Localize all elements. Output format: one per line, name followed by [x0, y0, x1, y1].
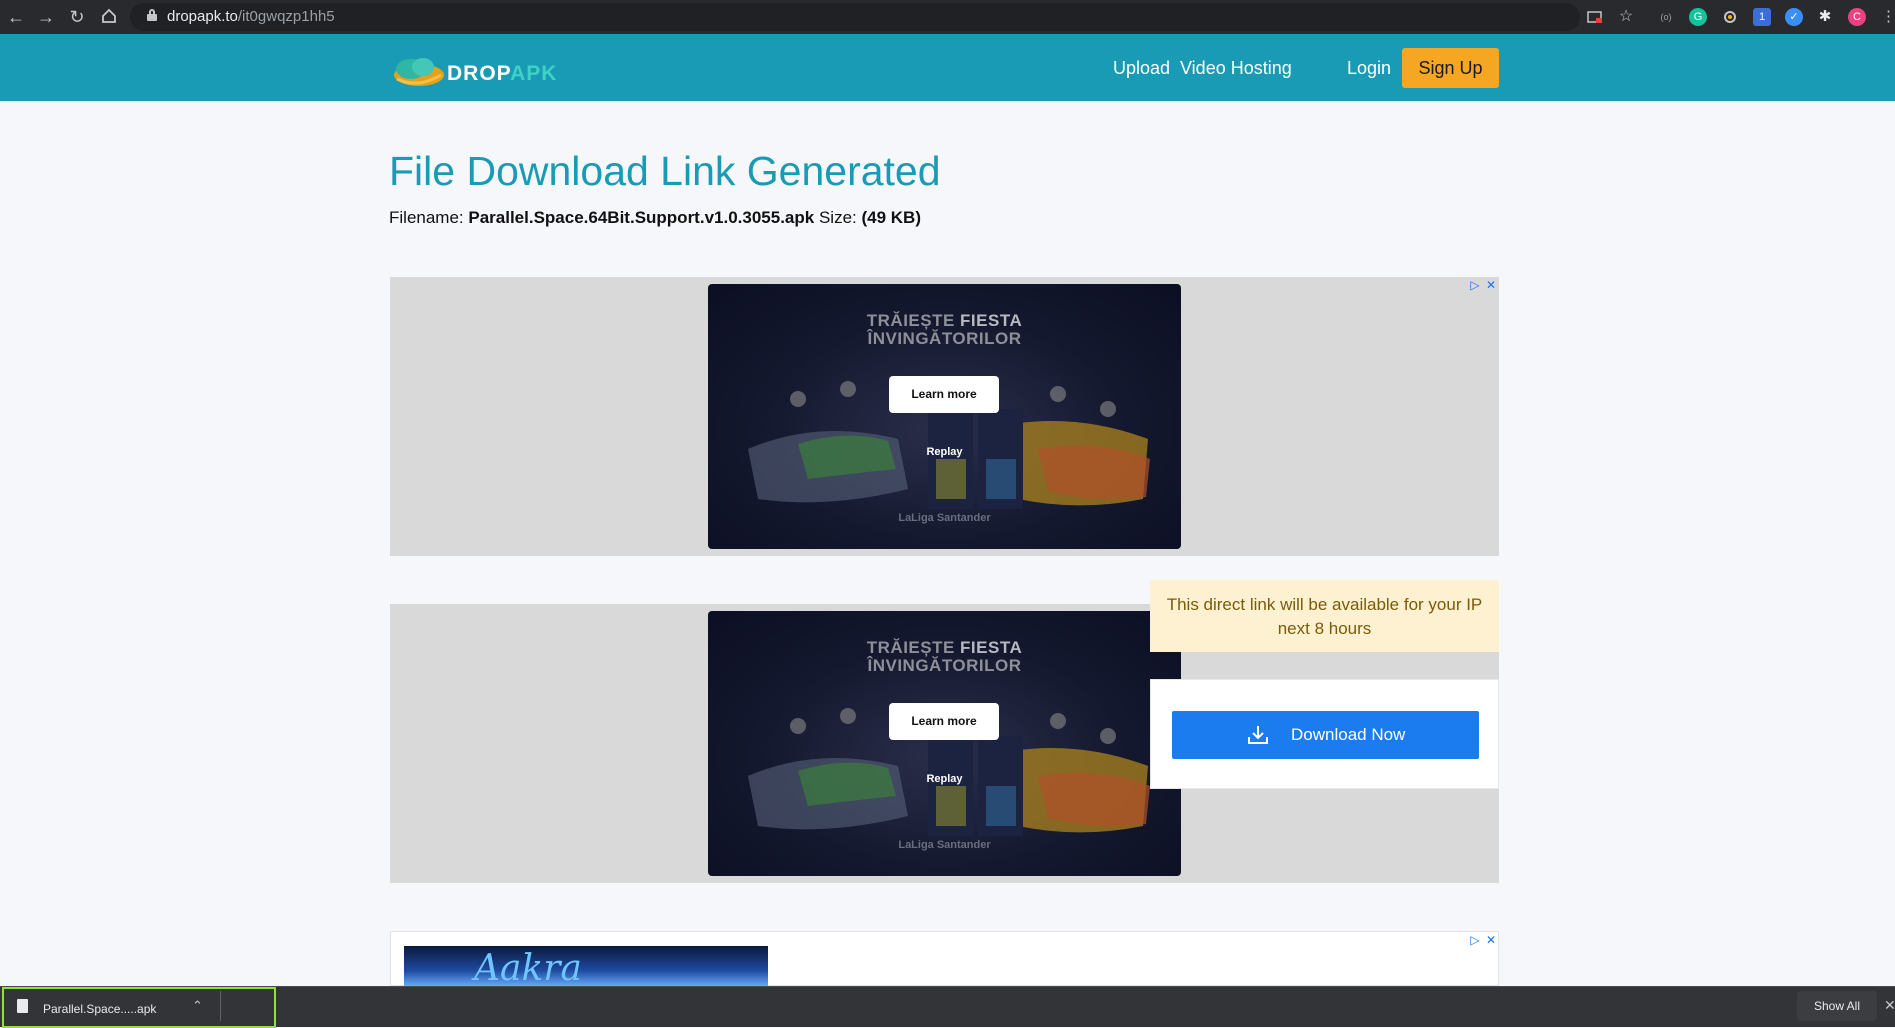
chevron-up-icon[interactable]: ⌃ — [192, 998, 203, 1014]
browser-toolbar: ← → ↻ dropapk.to/it0gwqzp1hh5 ☆ (o) G 1 … — [0, 0, 1895, 34]
logo[interactable]: DROPAPK — [389, 51, 556, 87]
ad-headline-2: TRĂIEȘTE FIESTA ÎNVINGĂTORILOR — [708, 639, 1181, 675]
menu-dots-icon[interactable]: ⋮ — [1881, 8, 1895, 26]
nav-video-hosting[interactable]: Video Hosting — [1180, 58, 1292, 79]
nav-login[interactable]: Login — [1347, 58, 1391, 79]
avatar[interactable]: C — [1848, 8, 1866, 26]
download-now-button[interactable]: Download Now — [1172, 711, 1479, 759]
extension-badge-icon[interactable]: 1 — [1753, 8, 1771, 26]
back-icon[interactable]: ← — [6, 7, 26, 27]
ad-banner-3: Aakra — [390, 931, 1499, 987]
replay-button[interactable]: Replay — [708, 773, 1181, 785]
ad-headline-line2: ÎNVINGĂTORILOR — [867, 656, 1022, 675]
logo-text: DROPAPK — [447, 62, 557, 86]
file-icon — [17, 999, 28, 1013]
downloaded-file-name: Parallel.Space.....apk — [43, 1002, 157, 1016]
logo-word-apk: APK — [510, 62, 558, 85]
extension-ring-icon[interactable] — [1721, 8, 1739, 26]
adchoices-icon[interactable]: ▷ — [1469, 934, 1481, 946]
forward-icon[interactable]: → — [36, 7, 56, 27]
ad-creative-2[interactable]: TRĂIEȘTE FIESTA ÎNVINGĂTORILOR Learn mor… — [708, 611, 1181, 876]
site-header: DROPAPK Upload Video Hosting Login Sign … — [0, 34, 1895, 101]
ad-image-3[interactable]: Aakra — [404, 946, 768, 987]
ad-close-icon[interactable]: ✕ — [1485, 934, 1497, 946]
file-size: (49 KB) — [861, 208, 921, 227]
ad-close-icon[interactable]: ✕ — [1485, 279, 1497, 291]
logo-cloud-icon — [394, 58, 444, 86]
grammarly-icon[interactable]: G — [1689, 8, 1707, 26]
url-text[interactable]: dropapk.to/it0gwqzp1hh5 — [167, 8, 335, 25]
ad-headline-part-b: FIESTA — [960, 638, 1023, 657]
nav-upload[interactable]: Upload — [1113, 58, 1170, 79]
extension-icon[interactable]: (o) — [1657, 8, 1675, 26]
ad-headline-part-b: FIESTA — [960, 311, 1023, 330]
ad-headline-1: TRĂIEȘTE FIESTA ÎNVINGĂTORILOR — [708, 312, 1181, 348]
show-all-button[interactable]: Show All — [1797, 991, 1877, 1021]
ad-banner-1: TRĂIEȘTE FIESTA ÎNVINGĂTORILOR Learn mor… — [390, 277, 1499, 556]
home-icon[interactable] — [99, 7, 119, 27]
learn-more-button[interactable]: Learn more — [889, 376, 999, 413]
extension-check-icon[interactable]: ✓ — [1785, 8, 1803, 26]
downloaded-file-item[interactable]: Parallel.Space.....apk ⌃ — [2, 987, 276, 1028]
reload-icon[interactable]: ↻ — [67, 7, 87, 27]
lock-icon[interactable] — [147, 9, 157, 21]
size-label: Size: — [818, 208, 857, 227]
ad-headline-part-a: TRĂIEȘTE — [866, 638, 961, 657]
ad-creative-1[interactable]: TRĂIEȘTE FIESTA ÎNVINGĂTORILOR Learn mor… — [708, 284, 1181, 549]
url-path: /it0gwqzp1hh5 — [237, 8, 335, 25]
replay-button[interactable]: Replay — [708, 446, 1181, 458]
url-domain: dropapk.to — [167, 8, 238, 25]
signup-button[interactable]: Sign Up — [1402, 48, 1499, 88]
learn-more-button[interactable]: Learn more — [889, 703, 999, 740]
ad-headline-part-a: TRĂIEȘTE — [866, 311, 961, 330]
download-shelf: Parallel.Space.....apk ⌃ Show All ✕ — [0, 986, 1895, 1028]
ad-brand: LaLiga Santander — [898, 512, 991, 524]
cast-blocked-icon[interactable] — [1586, 8, 1604, 26]
ip-availability-notice: This direct link will be available for y… — [1150, 580, 1499, 652]
page-title: File Download Link Generated — [389, 148, 941, 194]
download-now-label: Download Now — [1291, 725, 1406, 744]
address-bar[interactable] — [130, 3, 1580, 31]
file-info: Filename: Parallel.Space.64Bit.Support.v… — [389, 208, 921, 228]
puzzle-icon[interactable]: ✱ — [1816, 8, 1834, 26]
download-icon — [1248, 726, 1268, 744]
close-icon[interactable]: ✕ — [1884, 997, 1895, 1014]
download-card: Download Now — [1150, 679, 1499, 789]
ad-headline-line2: ÎNVINGĂTORILOR — [867, 329, 1022, 348]
bookmark-star-icon[interactable]: ☆ — [1617, 8, 1635, 26]
filename-label: Filename: — [389, 208, 464, 227]
logo-word-drop: DROP — [447, 62, 511, 85]
ad-brand: LaLiga Santander — [898, 839, 991, 851]
shelf-divider — [220, 991, 221, 1021]
filename: Parallel.Space.64Bit.Support.v1.0.3055.a… — [468, 208, 815, 227]
ad3-text: Aakra — [474, 948, 582, 987]
adchoices-icon[interactable]: ▷ — [1469, 279, 1481, 291]
